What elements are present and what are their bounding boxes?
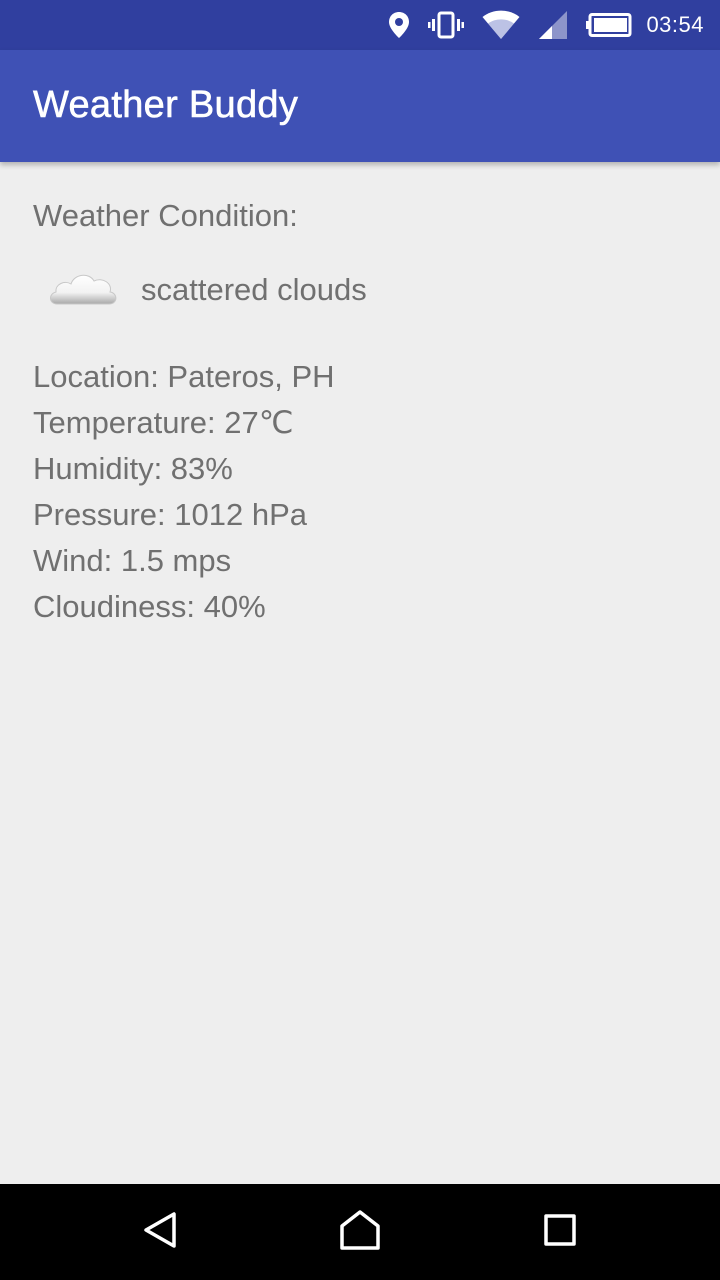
wifi-icon [482, 10, 520, 40]
location-text: Location: Pateros, PH [33, 359, 335, 394]
weather-details: Location: Pateros, PH Temperature: 27℃ H… [33, 354, 335, 630]
cell-signal-icon [538, 10, 568, 40]
temperature-text: Temperature: 27℃ [33, 405, 294, 440]
humidity-text: Humidity: 83% [33, 451, 233, 486]
app-title: Weather Buddy [33, 84, 299, 127]
home-icon [338, 1208, 382, 1257]
condition-label: Weather Condition: [33, 198, 298, 233]
recents-button[interactable] [536, 1208, 584, 1256]
location-icon [388, 11, 410, 39]
status-bar: 03:54 [0, 0, 720, 50]
recents-icon [540, 1210, 580, 1255]
home-button[interactable] [336, 1208, 384, 1256]
cloudiness-text: Cloudiness: 40% [33, 589, 266, 624]
condition-text: scattered clouds [141, 272, 367, 307]
navigation-bar [0, 1184, 720, 1280]
back-icon [140, 1210, 180, 1255]
vibrate-icon [428, 11, 465, 39]
back-button[interactable] [136, 1208, 184, 1256]
app-bar: Weather Buddy [0, 50, 720, 162]
pressure-text: Pressure: 1012 hPa [33, 497, 308, 532]
status-icons: 03:54 [370, 0, 704, 50]
cloud-icon [47, 264, 119, 312]
condition-row: scattered clouds [33, 258, 693, 328]
wind-text: Wind: 1.5 mps [33, 543, 232, 578]
status-time: 03:54 [646, 12, 704, 37]
battery-icon [586, 13, 632, 37]
